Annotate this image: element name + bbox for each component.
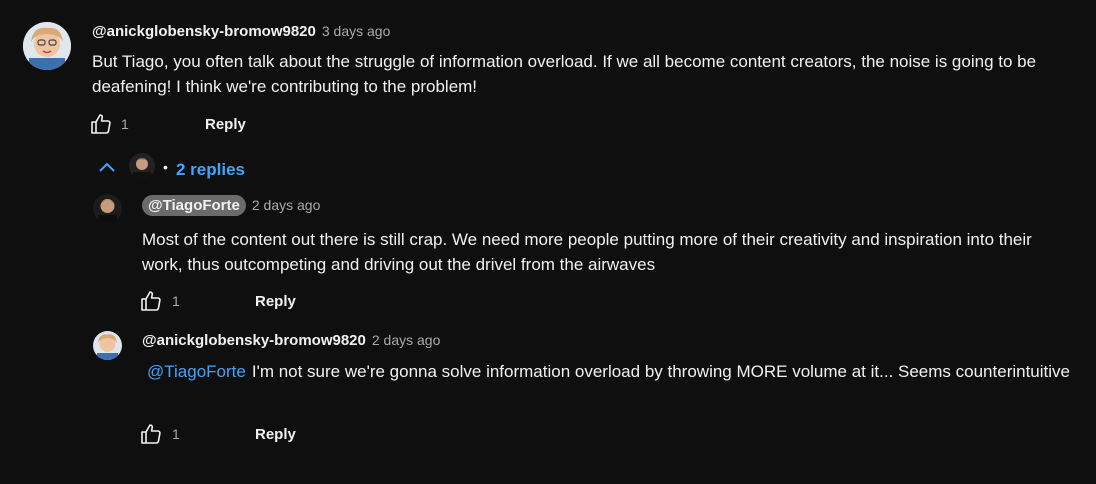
like-icon (139, 422, 163, 446)
reply-time[interactable]: 2 days ago (252, 197, 321, 213)
reply-body: I'm not sure we're gonna solve informati… (251, 362, 1070, 381)
mention-link[interactable]: @TiagoForte (147, 362, 246, 381)
chevron-up-icon (99, 162, 115, 172)
comment-header: @anickglobensky-bromow9820 3 days ago (92, 23, 390, 41)
like-button[interactable] (89, 112, 113, 136)
replies-toggle[interactable]: • 2 replies (92, 150, 252, 186)
reply-author[interactable]: @anickglobensky-bromow9820 (142, 332, 366, 349)
like-count: 1 (172, 293, 180, 309)
reply-button[interactable]: Reply (205, 116, 246, 133)
comment-time[interactable]: 3 days ago (322, 23, 391, 39)
comment-text: But Tiago, you often talk about the stru… (92, 52, 1037, 96)
like-count: 1 (121, 116, 129, 132)
avatar[interactable] (93, 194, 122, 223)
reply-header: @anickglobensky-bromow9820 2 days ago (142, 332, 440, 350)
like-icon (139, 289, 163, 313)
like-button[interactable] (139, 289, 163, 313)
reply-header: @TiagoForte 2 days ago (142, 195, 320, 216)
replies-count-label: 2 replies (176, 160, 245, 179)
reply-avatar-preview (129, 153, 155, 179)
avatar[interactable] (93, 331, 122, 360)
like-count: 1 (172, 426, 180, 442)
like-icon (89, 112, 113, 136)
avatar[interactable] (23, 22, 71, 70)
reply-text: @TiagoForte I'm not sure we're gonna solv… (142, 359, 1077, 384)
reply-text: Most of the content out there is still c… (142, 230, 1032, 274)
reply-button[interactable]: Reply (255, 293, 296, 310)
like-button[interactable] (139, 422, 163, 446)
comment-author[interactable]: @anickglobensky-bromow9820 (92, 23, 316, 40)
replies-bullet: • (163, 159, 168, 175)
reply-time[interactable]: 2 days ago (372, 332, 441, 348)
reply-author[interactable]: @TiagoForte (142, 195, 246, 216)
reply-button[interactable]: Reply (255, 426, 296, 443)
